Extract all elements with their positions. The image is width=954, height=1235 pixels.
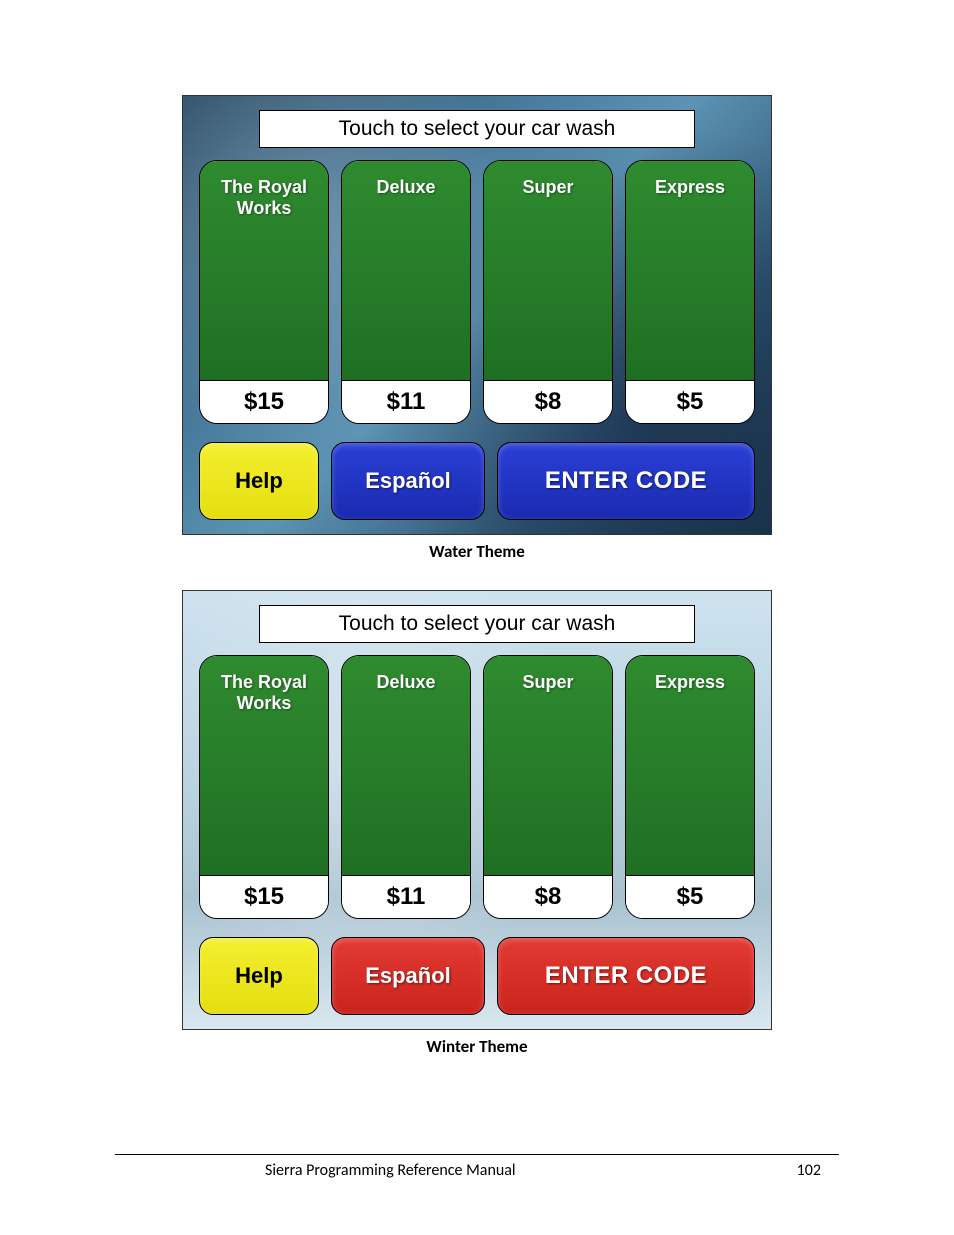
wash-option-label: Super	[484, 161, 612, 380]
wash-option-label: Deluxe	[342, 656, 470, 875]
wash-option-label: The Royal Works	[200, 161, 328, 380]
wash-option-price: $8	[484, 875, 612, 918]
enter-code-button[interactable]: ENTER CODE	[497, 937, 755, 1015]
help-button[interactable]: Help	[199, 937, 319, 1015]
wash-option-label: Super	[484, 656, 612, 875]
theme-block-water: Touch to select your car wash The Royal …	[182, 95, 772, 562]
language-button[interactable]: Español	[331, 442, 485, 520]
bottom-button-row: Help Español ENTER CODE	[199, 937, 755, 1015]
enter-code-button[interactable]: ENTER CODE	[497, 442, 755, 520]
help-button[interactable]: Help	[199, 442, 319, 520]
wash-option-price: $11	[342, 380, 470, 423]
wash-option-label: Express	[626, 656, 754, 875]
wash-option-price: $15	[200, 875, 328, 918]
wash-option-label: Deluxe	[342, 161, 470, 380]
wash-option-label: Express	[626, 161, 754, 380]
wash-option-price: $15	[200, 380, 328, 423]
wash-option-royal-works[interactable]: The Royal Works $15	[199, 655, 329, 919]
language-button[interactable]: Español	[331, 937, 485, 1015]
prompt-bar: Touch to select your car wash	[259, 605, 695, 643]
prompt-bar: Touch to select your car wash	[259, 110, 695, 148]
bottom-button-row: Help Español ENTER CODE	[199, 442, 755, 520]
document-page: Touch to select your car wash The Royal …	[0, 0, 954, 1235]
figure-caption: Water Theme	[182, 541, 772, 562]
kiosk-screen-water: Touch to select your car wash The Royal …	[182, 95, 772, 535]
theme-block-winter: Touch to select your car wash The Royal …	[182, 590, 772, 1057]
footer-page-number: 102	[797, 1161, 821, 1180]
figure-caption: Winter Theme	[182, 1036, 772, 1057]
wash-option-royal-works[interactable]: The Royal Works $15	[199, 160, 329, 424]
page-footer: Sierra Programming Reference Manual 102	[115, 1154, 839, 1180]
wash-option-price: $5	[626, 380, 754, 423]
wash-option-price: $5	[626, 875, 754, 918]
wash-option-super[interactable]: Super $8	[483, 655, 613, 919]
footer-title: Sierra Programming Reference Manual	[265, 1161, 516, 1180]
wash-option-deluxe[interactable]: Deluxe $11	[341, 160, 471, 424]
wash-option-express[interactable]: Express $5	[625, 655, 755, 919]
wash-option-deluxe[interactable]: Deluxe $11	[341, 655, 471, 919]
kiosk-screen-winter: Touch to select your car wash The Royal …	[182, 590, 772, 1030]
options-row: The Royal Works $15 Deluxe $11 Super $8 …	[199, 160, 755, 424]
wash-option-label: The Royal Works	[200, 656, 328, 875]
options-row: The Royal Works $15 Deluxe $11 Super $8 …	[199, 655, 755, 919]
wash-option-price: $8	[484, 380, 612, 423]
wash-option-price: $11	[342, 875, 470, 918]
wash-option-express[interactable]: Express $5	[625, 160, 755, 424]
wash-option-super[interactable]: Super $8	[483, 160, 613, 424]
